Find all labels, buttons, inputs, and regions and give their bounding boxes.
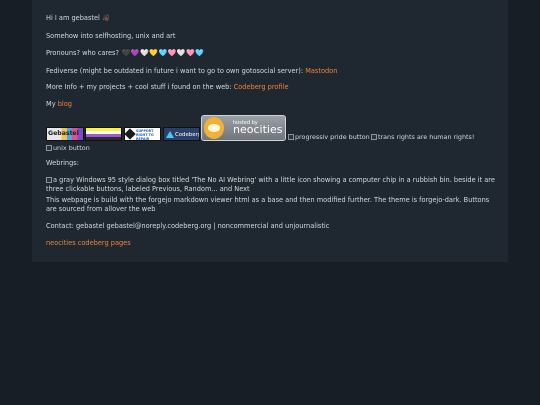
blog-line: My blog bbox=[46, 100, 72, 109]
fediverse-text: Fediverse (might be outdated in future i… bbox=[46, 67, 306, 75]
pronouns-text: Pronouns? who cares? bbox=[46, 49, 119, 57]
gebastel-button-label: Gebastel bbox=[48, 130, 79, 137]
greeting-line: Hi I am gebastel 👋🏿 bbox=[46, 14, 110, 23]
codeberg-mountain-icon bbox=[166, 131, 174, 138]
more-info-text: More Info + my projects + cool stuff i f… bbox=[46, 83, 234, 91]
mastodon-link[interactable]: Mastodon bbox=[305, 67, 337, 75]
wrench-icon bbox=[125, 128, 136, 140]
heart-icon: 🩷 bbox=[186, 49, 195, 57]
webring-alt-text: a gray Windows 95 style dialog box title… bbox=[46, 176, 495, 193]
heart-icon: 🤍 bbox=[176, 49, 186, 57]
footer-line: neocities codeberg pages bbox=[46, 239, 131, 248]
webrings-label: Webrings: bbox=[46, 159, 79, 167]
button-row: Gebastel SUPPORT RIGHT TO REPAIR Codeber… bbox=[46, 115, 496, 155]
nonbinary-flag-button[interactable] bbox=[85, 127, 122, 141]
right-to-repair-button[interactable]: SUPPORT RIGHT TO REPAIR bbox=[124, 127, 161, 141]
broken-image-icon bbox=[371, 134, 377, 140]
neocities-button[interactable]: hosted by neocities bbox=[201, 115, 286, 141]
heart-icon: 💛 bbox=[149, 49, 158, 57]
gebastel-button[interactable]: Gebastel bbox=[46, 127, 84, 141]
more-info-line: More Info + my projects + cool stuff i f… bbox=[46, 83, 289, 92]
blog-link[interactable]: blog bbox=[58, 100, 72, 108]
greeting-text: Hi I am gebastel bbox=[46, 14, 100, 22]
codeberg-profile-link[interactable]: Codeberg profile bbox=[234, 83, 289, 91]
unix-button-image[interactable]: unix button bbox=[46, 144, 90, 153]
pride-button-image[interactable]: progressiv pride button bbox=[288, 133, 370, 142]
trans-alt-text: trans rights are human rights! bbox=[378, 133, 475, 141]
webring-image[interactable]: a gray Windows 95 style dialog box title… bbox=[46, 176, 496, 194]
unix-alt-text: unix button bbox=[53, 144, 90, 152]
heart-icon: 💜 bbox=[130, 49, 140, 57]
right-to-repair-label: SUPPORT RIGHT TO REPAIR bbox=[136, 129, 154, 141]
heart-icon: 🤍 bbox=[140, 49, 149, 57]
neocities-label: neocities bbox=[233, 123, 283, 136]
intro-text: Somehow into selfhosting, unix and art bbox=[46, 32, 176, 40]
heart-icon: 🩷 bbox=[167, 49, 177, 57]
broken-image-icon bbox=[46, 177, 52, 183]
content-card: Hi I am gebastel 👋🏿 Somehow into selfhos… bbox=[32, 0, 508, 262]
fediverse-line: Fediverse (might be outdated in future i… bbox=[46, 67, 337, 76]
wave-emoji: 👋🏿 bbox=[101, 14, 111, 22]
pride-alt-text: progressiv pride button bbox=[295, 133, 370, 141]
broken-image-icon bbox=[46, 145, 52, 151]
heart-icon: 🖤 bbox=[121, 49, 131, 57]
heart-icon: 🩵 bbox=[195, 49, 205, 57]
contact-text: Contact: gebastel gebastel@noreply.codeb… bbox=[46, 222, 330, 230]
build-note: This webpage is build with the forgejo m… bbox=[46, 196, 490, 213]
codeberg-button-label: Codeberg bbox=[175, 132, 200, 138]
heart-icon: 🩵 bbox=[158, 49, 168, 57]
pronouns-line: Pronouns? who cares? 🖤💜🤍💛🩵🩷🤍🩷🩵 bbox=[46, 49, 205, 58]
broken-image-icon bbox=[288, 134, 294, 140]
neocities-cat-face bbox=[208, 124, 220, 132]
neocities-codeberg-pages-link[interactable]: neocities codeberg pages bbox=[46, 239, 131, 247]
blog-prefix: My bbox=[46, 100, 58, 108]
trans-rights-button-image[interactable]: trans rights are human rights! bbox=[371, 133, 474, 142]
codeberg-button[interactable]: Codeberg bbox=[163, 127, 200, 141]
